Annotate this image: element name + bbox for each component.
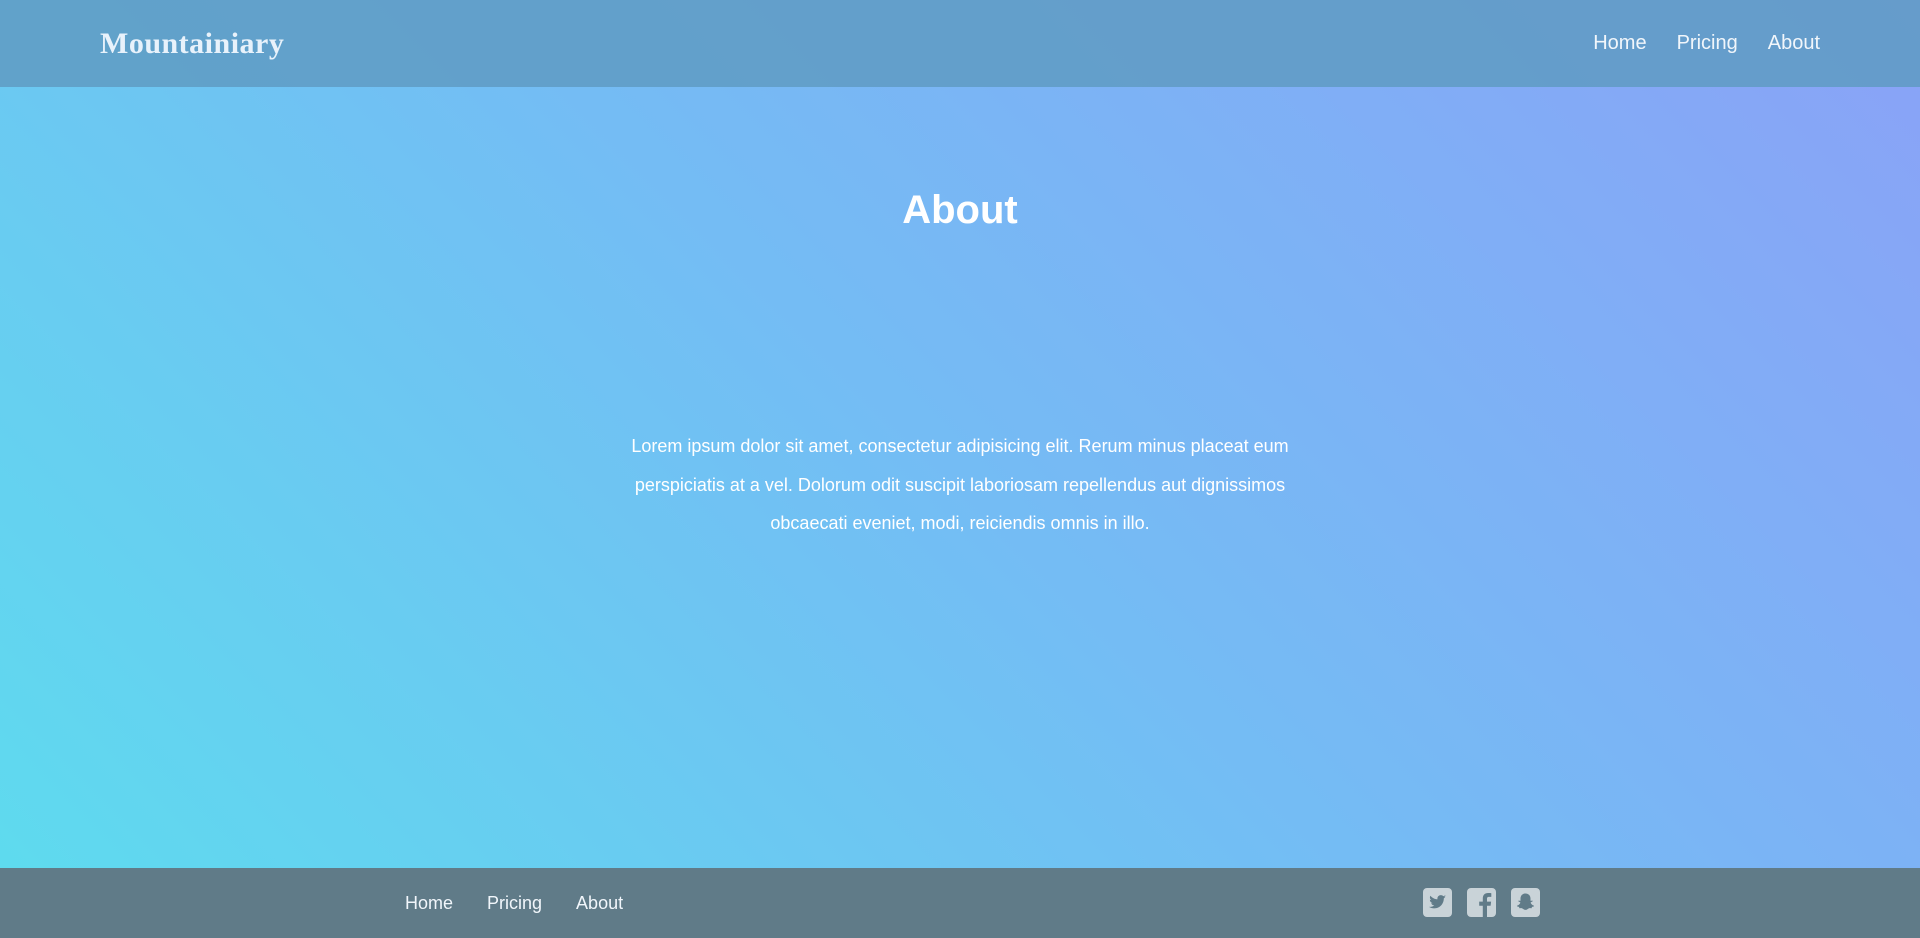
facebook-icon xyxy=(1467,888,1496,917)
main-nav: Home Pricing About xyxy=(1593,32,1820,55)
twitter-icon xyxy=(1423,888,1452,917)
site-footer: Home Pricing About xyxy=(0,868,1920,938)
about-paragraph: Lorem ipsum dolor sit amet, consectetur … xyxy=(631,436,1289,533)
footer-about-link[interactable]: About xyxy=(576,893,623,914)
nav-home-link[interactable]: Home xyxy=(1593,32,1646,55)
social-links xyxy=(1423,888,1540,917)
facebook-link[interactable] xyxy=(1467,888,1496,917)
footer-nav: Home Pricing About xyxy=(405,868,623,938)
site-logo[interactable]: Mountainiary xyxy=(100,27,284,61)
twitter-link[interactable] xyxy=(1423,888,1452,917)
footer-home-link[interactable]: Home xyxy=(405,893,453,914)
snapchat-link[interactable] xyxy=(1511,888,1540,917)
page-title: About xyxy=(902,188,1018,232)
footer-pricing-link[interactable]: Pricing xyxy=(487,893,542,914)
snapchat-icon xyxy=(1511,888,1540,917)
nav-pricing-link[interactable]: Pricing xyxy=(1677,32,1738,55)
nav-about-link[interactable]: About xyxy=(1768,32,1820,55)
site-header: Mountainiary Home Pricing About xyxy=(0,0,1920,87)
